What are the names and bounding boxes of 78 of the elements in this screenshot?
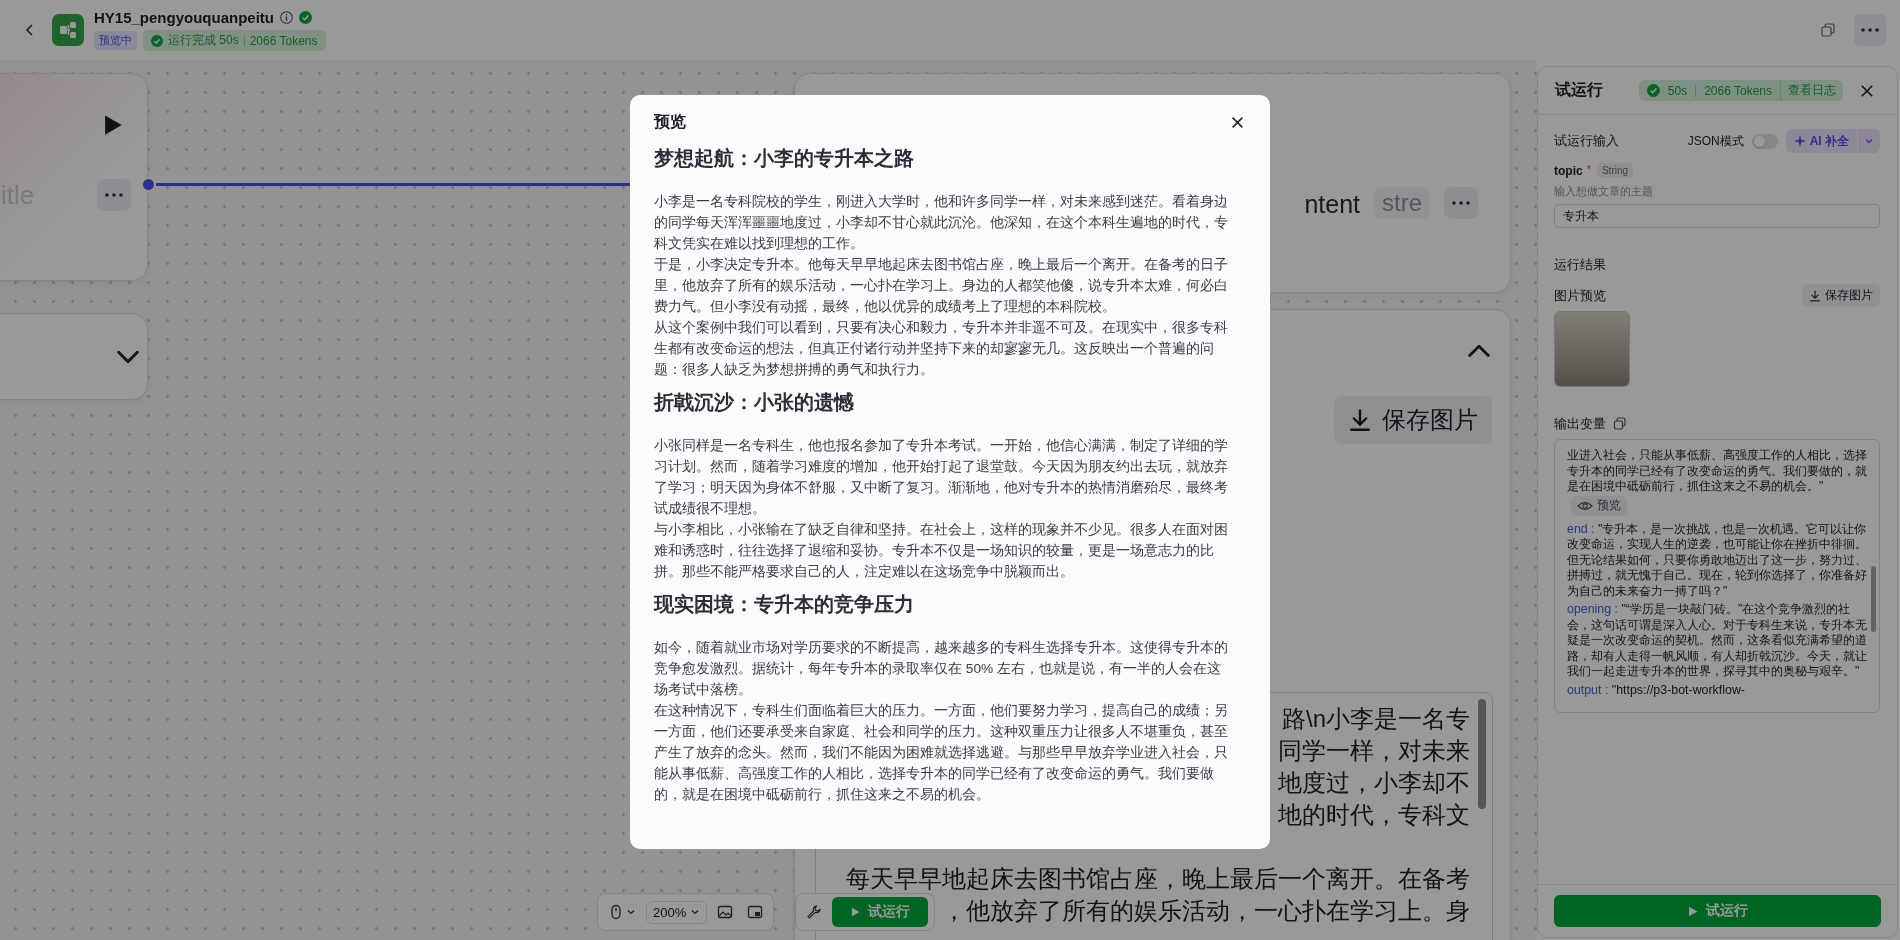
- output-text-line: 地的时代，专科文: [1278, 800, 1470, 830]
- minimap-icon: [747, 904, 764, 920]
- preview-badge: 预览中: [94, 31, 137, 50]
- output-text-line: 同学一样，对未来: [1278, 736, 1470, 766]
- download-icon: [1348, 408, 1372, 432]
- paragraph: 小张同样是一名专科生，他也报名参加了专升本考试。一开始，他信心满满，制定了详细的学习计划。然而，随着学习难度的增加，他开始打起了退堂鼓。今天因为朋友约出去玩，就放弃了学习；明天因为身体不舒服，又中断了复习。渐渐地，他对专升本的热情消磨殆尽，最终考试成绩很不理想。: [654, 437, 1229, 518]
- more-icon: [1452, 201, 1470, 205]
- output-text-line: 每天早早地起床去图书馆占座，晚上最后一个离开。在备考: [846, 864, 1470, 894]
- run-status-text: 运行完成 50s: [168, 32, 239, 49]
- node-title: ntent: [1304, 190, 1360, 219]
- paragraph: 与小李相比，小张输在了缺乏自律和坚持。在社会上，这样的现象并不少见。很多人在面对困难和诱惑时，往往选择了退缩和妥协。专升本不仅是一场知识的较量，更是一场意志力的比拼。那些不能严格要求自己的人，注定难以在这场竞争中脱颖而出。: [654, 521, 1229, 581]
- image-preview-label: 图片预览: [1554, 286, 1606, 305]
- copy-icon: [1612, 416, 1628, 432]
- paragraph: 如今，随着就业市场对学历要求的不断提高，越来越多的专科生选择专升本。这使得专升本的竞争愈发激烈。据统计，每年专升本的录取率仅在 50% 左右，也就是说，有一半的人会在这场考试中落榜。: [654, 639, 1229, 699]
- close-icon: [1860, 83, 1874, 98]
- json-mode-label: JSON模式: [1687, 132, 1744, 150]
- download-icon: [1809, 289, 1821, 302]
- play-icon: [1687, 905, 1698, 917]
- panel-title: 试运行: [1555, 80, 1603, 100]
- output-field: opening : "“学历是一块敲门砖。”在这个竞争激烈的社会，这句话可谓是深入人心。对于专科生来说，专升本无疑是一次改变命运的契机。然而，这条看似充满希望的道路，却有人走得一帆风顺，有人却折戟沉沙。今天，就让我们一起走进专升本的世界，探寻其中的奥秘与艰辛。": [1567, 602, 1867, 680]
- json-mode-toggle[interactable]: [1751, 133, 1778, 149]
- paragraph: 于是，小李决定专升本。他每天早早地起床去图书馆占座，晚上最后一个离开。在备考的日子里，他放弃了所有的娱乐活动，一心扑在学习上。身边的人都笑他傻，说专升本太难，何必白费力气。但小李没有动摇，最终，他以优异的成绩考上了理想的本科院校。: [654, 256, 1229, 316]
- test-run-button[interactable]: 试运行: [1554, 895, 1881, 927]
- more-icon: [1861, 28, 1879, 32]
- section-heading: 折戟沉沙：小张的遗憾: [654, 390, 855, 415]
- scrollbar: [1871, 566, 1876, 632]
- topic-input-field[interactable]: 专升本: [1554, 204, 1880, 228]
- section-title: 试运行输入: [1554, 132, 1619, 150]
- output-variables-label: 输出变量: [1554, 415, 1606, 433]
- dialog-title: 预览: [654, 111, 686, 132]
- preview-button[interactable]: 预览: [1571, 495, 1627, 516]
- token-count: 2066 Tokens: [1704, 83, 1772, 98]
- check-circle-icon: [151, 34, 163, 47]
- zoom-select[interactable]: 200%: [646, 900, 708, 924]
- info-icon: [280, 11, 294, 24]
- more-icon: [105, 193, 123, 197]
- mouse-icon: [608, 904, 624, 920]
- wrench-icon: [806, 904, 822, 920]
- save-image-button[interactable]: 保存图片: [1802, 284, 1880, 307]
- node-tag: stre: [1374, 187, 1430, 219]
- section-heading: 现实困境：专升本的竞争压力: [654, 592, 915, 617]
- ai-complete-button[interactable]: AI 补全: [1785, 129, 1857, 153]
- image-icon: [717, 904, 734, 920]
- check-circle-icon: [1646, 84, 1660, 97]
- section-title: 运行结果: [1554, 256, 1607, 274]
- paragraph: 小李是一名专科院校的学生，刚进入大学时，他和许多同学一样，对未来感到迷茫。看着身边的同学每天浑浑噩噩地度过，小李却不甘心就此沉沦。他深知，在这个本科生遍地的时代，专科文凭实在难以找到理想的工作。: [654, 193, 1229, 253]
- copy-icon: [1820, 22, 1836, 38]
- paragraph: 从这个案例中我们可以看到，只要有决心和毅力，专升本并非遥不可及。在现实中，很多专科生都有改变命运的想法，但真正付诸行动并坚持下来的却寥寥无几。这反映出一个普遍的问题：很多人缺乏为梦想拼搏的勇气和执行力。: [654, 319, 1229, 379]
- output-text-line: 地度过，小李却不: [1278, 768, 1470, 798]
- test-run-button[interactable]: 试运行: [832, 897, 928, 927]
- paragraph: 在这种情况下，专科生们面临着巨大的压力。一方面，他们要努力学习，提高自己的成绩；另一方面，他们还要承受来自家庭、社会和同学的压力。这种双重压力让很多人不堪重负，甚至产生了放弃的念头。然而，我们不能因为困难就选择逃避。与那些早早放弃学业进入社会，只能从事低薪、高强度工作的人相比，选择专升本的同学已经有了改变命运的勇气。我们要做的，就是在困境中砥砺前行，抓住这来之不易的机会。: [654, 702, 1229, 804]
- more-button[interactable]: [97, 179, 131, 211]
- required-mark: *: [1586, 163, 1591, 175]
- more-button[interactable]: [1444, 187, 1478, 219]
- type-tag: String: [1596, 163, 1634, 178]
- output-text-line: 路\n小李是一名专: [1282, 704, 1470, 734]
- param-name: topic: [1554, 163, 1583, 178]
- param-description: 输入想做文章的主题: [1554, 184, 1654, 199]
- caret-icon: [690, 907, 701, 917]
- section-heading: 梦想起航：小李的专升本之路: [654, 146, 915, 171]
- output-field: output : "https://p3-bot-workflow-: [1567, 682, 1867, 698]
- play-icon: [850, 907, 860, 917]
- more-button[interactable]: [1854, 14, 1886, 46]
- output-text-line: ，他放弃了所有的娱乐活动，一心扑在学习上。身: [942, 896, 1470, 926]
- caret-icon: [1864, 136, 1874, 146]
- check-circle-icon: [299, 11, 313, 24]
- run-time-text: 50s: [1667, 83, 1688, 98]
- app-title: HY15_pengyouquanpeitu: [94, 9, 275, 26]
- close-icon: [1231, 115, 1244, 129]
- output-text: 业进入社会，只能从事低薪、高强度工作的人相比，选择专升本的同学已经有了改变命运的勇气。我们要做的，就是在困境中砥砺前行，抓住这来之不易的机会。": [1567, 448, 1867, 495]
- sparkle-icon: [1793, 135, 1806, 147]
- save-image-button[interactable]: 保存图片: [1334, 396, 1492, 444]
- token-count: 2066 Tokens: [249, 33, 318, 48]
- output-field: end : "专升本，是一次挑战，也是一次机遇。它可以让你改变命运，实现人生的逆袭，也可能让你在挫折中徘徊。但无论结果如何，只要你勇敢地迈出了这一步，努力过、拼搏过，就无愧于自己。现在，轮到你选择了，你准备好为自己的未来奋力一搏了吗？": [1567, 521, 1867, 599]
- view-log-link[interactable]: 查看日志: [1780, 80, 1843, 101]
- app-logo-icon: [52, 14, 84, 46]
- ai-options-button[interactable]: [1858, 129, 1880, 153]
- caret-icon: [626, 907, 636, 917]
